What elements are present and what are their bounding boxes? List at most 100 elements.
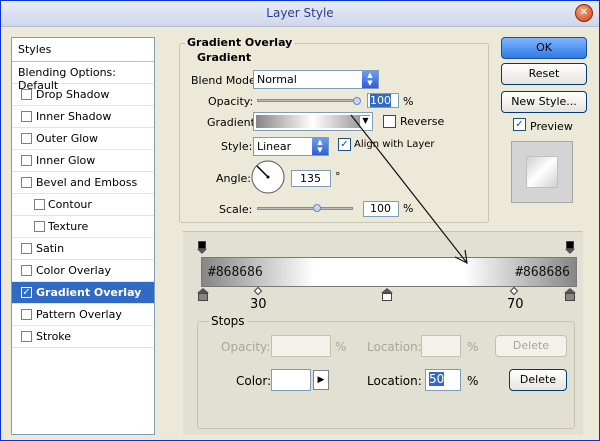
color-stop-left[interactable] bbox=[197, 288, 209, 302]
stop-color-swatch[interactable] bbox=[271, 369, 311, 391]
stroke-checkbox[interactable] bbox=[21, 331, 32, 342]
color-stop-center[interactable] bbox=[381, 288, 393, 302]
preview-thumbnail bbox=[511, 141, 573, 203]
stop-location-unit-disabled: % bbox=[467, 340, 479, 354]
sidebar-item-inner-shadow[interactable]: Inner Shadow bbox=[12, 106, 154, 128]
styles-list: Styles Blending Options: Default Drop Sh… bbox=[11, 37, 155, 435]
sidebar-item-label: Gradient Overlay bbox=[36, 286, 142, 299]
opacity-label: Opacity: bbox=[208, 95, 254, 108]
annotation-arrow bbox=[350, 114, 468, 265]
preview-checkbox[interactable]: ✓ bbox=[513, 118, 526, 131]
opacity-input[interactable]: 100 bbox=[367, 93, 399, 108]
preview-swatch bbox=[526, 156, 558, 188]
stops-legend: Stops bbox=[209, 314, 247, 328]
color-overlay-checkbox[interactable] bbox=[21, 265, 32, 276]
angle-label: Angle: bbox=[216, 172, 252, 185]
right-color-label: #868686 bbox=[515, 265, 570, 280]
satin-checkbox[interactable] bbox=[21, 243, 32, 254]
style-label: Style: bbox=[221, 140, 253, 153]
opacity-value: 100 bbox=[370, 94, 391, 107]
sidebar-item-satin[interactable]: Satin bbox=[12, 238, 154, 260]
close-button[interactable]: ✕ bbox=[575, 4, 593, 22]
sidebar-item-blending-options[interactable]: Blending Options: Default bbox=[12, 62, 154, 92]
ok-button[interactable]: OK bbox=[501, 37, 587, 59]
sidebar-item-label: Outer Glow bbox=[36, 132, 99, 145]
blend-mode-select[interactable]: Normal ▲ ▼ bbox=[253, 70, 379, 89]
stop-color-label: Color: bbox=[236, 374, 272, 388]
stop-location-value: 50 bbox=[429, 372, 445, 386]
angle-unit: ° bbox=[335, 170, 341, 183]
contour-checkbox[interactable] bbox=[34, 199, 45, 210]
delete-opacity-stop-button: Delete bbox=[495, 335, 567, 357]
sidebar-item-inner-glow[interactable]: Inner Glow bbox=[12, 150, 154, 172]
inner-shadow-checkbox[interactable] bbox=[21, 111, 32, 122]
opacity-unit: % bbox=[403, 95, 414, 108]
blend-mode-value: Normal bbox=[257, 73, 297, 86]
inner-glow-checkbox[interactable] bbox=[21, 155, 32, 166]
sidebar-item-bevel-and-emboss[interactable]: Bevel and Emboss bbox=[12, 172, 154, 194]
sidebar-item-drop-shadow[interactable]: Drop Shadow bbox=[12, 84, 154, 106]
gradient-overlay-checkbox[interactable]: ✓ bbox=[21, 287, 32, 298]
sidebar-item-label: Contour bbox=[48, 198, 92, 211]
sidebar-item-gradient-overlay[interactable]: ✓ Gradient Overlay bbox=[12, 282, 154, 304]
opacity-slider[interactable] bbox=[257, 99, 357, 102]
chevron-updown-icon: ▲ ▼ bbox=[362, 71, 378, 88]
pattern-overlay-checkbox[interactable] bbox=[21, 309, 32, 320]
sidebar-item-label: Inner Glow bbox=[36, 154, 96, 167]
sidebar-item-label: Stroke bbox=[36, 330, 72, 343]
opacity-stop-right[interactable] bbox=[565, 241, 575, 255]
stop-opacity-label: Opacity: bbox=[221, 340, 271, 354]
chevron-updown-icon: ▲ ▼ bbox=[312, 138, 328, 155]
stop-location-input[interactable]: 50 bbox=[425, 369, 461, 391]
preview-label: Preview bbox=[530, 120, 573, 133]
angle-input[interactable]: 135 bbox=[291, 170, 331, 187]
new-style-button[interactable]: New Style... bbox=[501, 91, 587, 113]
angle-dial[interactable] bbox=[250, 159, 286, 195]
stop-opacity-unit: % bbox=[335, 340, 347, 354]
drop-shadow-checkbox[interactable] bbox=[21, 89, 32, 100]
sidebar-item-label: Drop Shadow bbox=[36, 88, 110, 101]
bevel-and-emboss-checkbox[interactable] bbox=[21, 177, 32, 188]
panel-title: Gradient Overlay bbox=[185, 36, 295, 49]
stop-location-label: Location: bbox=[367, 374, 422, 388]
sidebar-item-label: Pattern Overlay bbox=[36, 308, 122, 321]
reset-button[interactable]: Reset bbox=[501, 63, 587, 85]
layer-style-dialog: Layer Style ✕ Styles Blending Options: D… bbox=[0, 0, 600, 441]
scale-label: Scale: bbox=[219, 203, 253, 216]
gradient-label: Gradient: bbox=[207, 116, 259, 129]
gradient-group-title: Gradient bbox=[195, 51, 254, 64]
midpoint-right-value: 70 bbox=[507, 297, 524, 312]
blend-mode-label: Blend Mode: bbox=[191, 74, 260, 87]
sidebar-item-color-overlay[interactable]: Color Overlay bbox=[12, 260, 154, 282]
sidebar-item-label: Bevel and Emboss bbox=[36, 176, 138, 189]
sidebar-item-label: Color Overlay bbox=[36, 264, 111, 277]
window-title: Layer Style bbox=[266, 6, 334, 20]
scale-slider-thumb[interactable] bbox=[313, 204, 321, 212]
style-select[interactable]: Linear ▲ ▼ bbox=[253, 137, 329, 156]
opacity-slider-thumb[interactable] bbox=[353, 97, 361, 105]
style-value: Linear bbox=[257, 140, 292, 153]
title-bar[interactable]: Layer Style ✕ bbox=[1, 1, 599, 27]
stop-location-label-disabled: Location: bbox=[367, 340, 422, 354]
sidebar-item-label: Texture bbox=[48, 220, 89, 233]
angle-value: 135 bbox=[300, 172, 321, 185]
sidebar-item-label: Inner Shadow bbox=[36, 110, 112, 123]
texture-checkbox[interactable] bbox=[34, 221, 45, 232]
sidebar-item-stroke[interactable]: Stroke bbox=[12, 326, 154, 348]
opacity-stop-left[interactable] bbox=[197, 241, 207, 255]
color-menu-arrow-icon[interactable]: ▶ bbox=[313, 370, 329, 390]
sidebar-item-pattern-overlay[interactable]: Pattern Overlay bbox=[12, 304, 154, 326]
scale-slider[interactable] bbox=[257, 207, 353, 210]
stop-location-input-disabled bbox=[421, 335, 461, 357]
delete-color-stop-button[interactable]: Delete bbox=[509, 369, 567, 391]
midpoint-left-value: 30 bbox=[250, 297, 267, 312]
sidebar-item-outer-glow[interactable]: Outer Glow bbox=[12, 128, 154, 150]
color-stop-right[interactable] bbox=[564, 288, 576, 302]
sidebar-item-texture[interactable]: Texture bbox=[12, 216, 154, 238]
sidebar-item-contour[interactable]: Contour bbox=[12, 194, 154, 216]
styles-header[interactable]: Styles bbox=[12, 38, 154, 62]
sidebar-item-label: Satin bbox=[36, 242, 65, 255]
outer-glow-checkbox[interactable] bbox=[21, 133, 32, 144]
stop-opacity-input bbox=[271, 335, 331, 357]
stop-location-unit: % bbox=[467, 374, 479, 388]
